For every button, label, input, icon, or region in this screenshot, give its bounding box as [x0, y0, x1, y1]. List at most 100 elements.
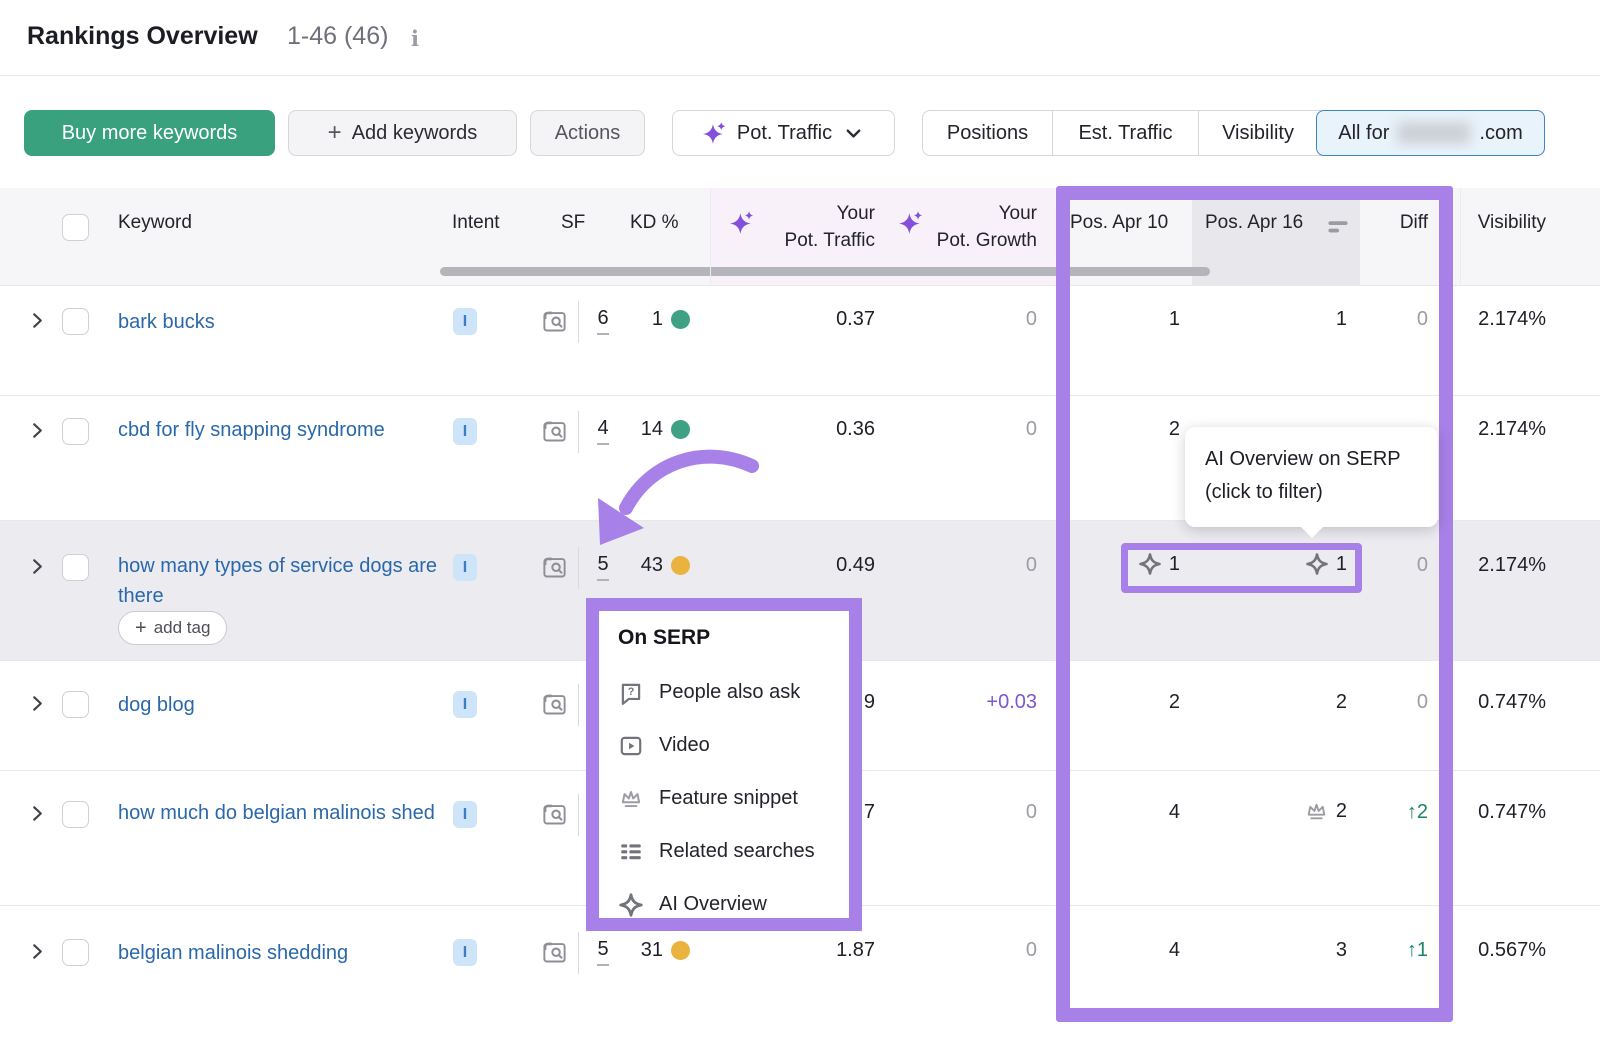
- ai-overview-icon[interactable]: [1305, 552, 1329, 576]
- pos-apr10-value: 4: [1169, 939, 1180, 962]
- tab-all-for-domain[interactable]: All for .com: [1316, 110, 1545, 156]
- pos-apr10-value: 1: [1169, 553, 1180, 576]
- plus-icon: +: [135, 617, 147, 640]
- visibility-value: 0.567%: [1478, 939, 1546, 962]
- pot-traffic-value: 1.87: [836, 939, 875, 962]
- col-pos-apr-16[interactable]: Pos. Apr 16: [1205, 212, 1303, 234]
- on-serp-title: On SERP: [618, 626, 849, 650]
- col-kd[interactable]: KD %: [630, 212, 679, 234]
- col-keyword[interactable]: Keyword: [118, 212, 192, 234]
- pos-apr10-value: 1: [1169, 308, 1180, 331]
- add-keywords-button[interactable]: + Add keywords: [288, 110, 517, 156]
- intent-badge[interactable]: I: [453, 308, 477, 335]
- horizontal-scrollbar[interactable]: [440, 267, 1210, 276]
- col-diff[interactable]: Diff: [1400, 212, 1428, 234]
- pot-growth-value: 0: [1026, 801, 1037, 824]
- intent-badge[interactable]: I: [453, 939, 477, 966]
- info-icon[interactable]: i: [411, 26, 419, 51]
- col-pot-growth[interactable]: Your Pot. Growth: [937, 200, 1037, 254]
- pos-apr16-value: 1: [1336, 308, 1347, 331]
- diff-value: 0: [1417, 308, 1428, 331]
- tab-est-traffic[interactable]: Est. Traffic: [1052, 111, 1198, 155]
- col-sf[interactable]: SF: [561, 212, 585, 234]
- actions-button[interactable]: Actions: [530, 110, 645, 156]
- page-title: Rankings Overview: [27, 22, 258, 51]
- pot-traffic-dropdown[interactable]: Pot. Traffic: [672, 110, 895, 156]
- keyword-link[interactable]: how much do belgian malinois shed: [118, 798, 448, 828]
- keyword-link[interactable]: bark bucks: [118, 307, 448, 337]
- serp-feature-item[interactable]: Related searches: [618, 825, 849, 878]
- pos-apr16-value: 3: [1336, 939, 1347, 962]
- visibility-value: 2.174%: [1478, 554, 1546, 577]
- expand-row-icon[interactable]: [28, 804, 47, 823]
- serp-feature-item[interactable]: Feature snippet: [618, 772, 849, 825]
- kd-value: 14: [641, 418, 663, 441]
- keyword-link[interactable]: how many types of service dogs are there: [118, 551, 448, 611]
- pot-traffic-value: 9: [864, 691, 875, 714]
- expand-row-icon[interactable]: [28, 421, 47, 440]
- intent-badge[interactable]: I: [453, 418, 477, 445]
- kd-cell: 1: [560, 308, 690, 331]
- col-intent[interactable]: Intent: [452, 212, 500, 234]
- kd-value: 31: [641, 939, 663, 962]
- col-pot-growth-line1: Your: [937, 200, 1037, 227]
- serp-feature-item[interactable]: AI Overview: [618, 878, 849, 931]
- kd-easy-dot: [671, 420, 690, 439]
- expand-row-icon[interactable]: [28, 694, 47, 713]
- ai-overview-icon[interactable]: [1138, 552, 1162, 576]
- tab-visibility[interactable]: Visibility: [1198, 111, 1317, 155]
- sort-descending-icon[interactable]: [1327, 218, 1349, 235]
- intent-badge[interactable]: I: [453, 554, 477, 581]
- expand-row-icon[interactable]: [28, 942, 47, 961]
- pot-growth-value: 0: [1026, 554, 1037, 577]
- col-pot-traffic-line1: Your: [785, 200, 875, 227]
- tab-visibility-label: Visibility: [1222, 122, 1294, 145]
- row-checkbox[interactable]: [62, 308, 89, 335]
- diff-value: ↑1: [1407, 939, 1428, 962]
- keyword-link[interactable]: cbd for fly snapping syndrome: [118, 415, 448, 445]
- intent-badge[interactable]: I: [453, 691, 477, 718]
- pos-apr10-value: 2: [1169, 691, 1180, 714]
- view-switcher: Positions Est. Traffic Visibility All fo…: [922, 110, 1545, 156]
- diff-value: 0: [1417, 554, 1428, 577]
- row-checkbox[interactable]: [62, 691, 89, 718]
- expand-row-icon[interactable]: [28, 557, 47, 576]
- pos-apr16-cell[interactable]: 1: [1305, 552, 1347, 576]
- col-pot-traffic-line2: Pot. Traffic: [785, 227, 875, 254]
- col-visibility[interactable]: Visibility: [1478, 212, 1546, 234]
- row-checkbox[interactable]: [62, 554, 89, 581]
- pot-traffic-value: 0.36: [836, 418, 875, 441]
- row-checkbox[interactable]: [62, 801, 89, 828]
- intent-badge[interactable]: I: [453, 801, 477, 828]
- related-searches-icon: [618, 839, 644, 865]
- add-tag-button[interactable]: + add tag: [118, 611, 227, 645]
- select-all-checkbox[interactable]: [62, 214, 89, 241]
- kd-value: 43: [641, 554, 663, 577]
- chevron-down-icon: [842, 122, 865, 145]
- kd-cell: 14: [560, 418, 690, 441]
- col-pos-apr-10[interactable]: Pos. Apr 10: [1070, 212, 1168, 234]
- pos-apr16-cell[interactable]: 2: [1304, 799, 1347, 824]
- serp-feature-item[interactable]: People also ask: [618, 666, 849, 719]
- diff-value: 0: [1417, 691, 1428, 714]
- pot-traffic-value: 0.37: [836, 308, 875, 331]
- tab-positions[interactable]: Positions: [923, 111, 1052, 155]
- pot-growth-value: 0: [1026, 939, 1037, 962]
- page-header: Rankings Overview 1-46 (46) i: [0, 0, 1600, 76]
- col-pot-traffic[interactable]: Your Pot. Traffic: [785, 200, 875, 254]
- row-checkbox[interactable]: [62, 418, 89, 445]
- keyword-link[interactable]: dog blog: [118, 690, 448, 720]
- keyword-link[interactable]: belgian malinois shedding: [118, 938, 448, 968]
- serp-feature-label: Feature snippet: [659, 787, 798, 810]
- serp-features-icon[interactable]: [541, 691, 568, 718]
- row-checkbox[interactable]: [62, 939, 89, 966]
- table-row: bark bucks I 6 1 0.37 0 1 1 0 2.174%: [0, 285, 1600, 395]
- buy-more-keywords-button[interactable]: Buy more keywords: [24, 110, 275, 156]
- serp-feature-item[interactable]: Video: [618, 719, 849, 772]
- featured-snippet-icon[interactable]: [1304, 799, 1329, 824]
- expand-row-icon[interactable]: [28, 311, 47, 330]
- add-keywords-label: Add keywords: [352, 122, 478, 145]
- pos-apr10-cell[interactable]: 1: [1138, 552, 1180, 576]
- serp-features-icon[interactable]: [541, 801, 568, 828]
- pot-growth-value: 0: [1026, 308, 1037, 331]
